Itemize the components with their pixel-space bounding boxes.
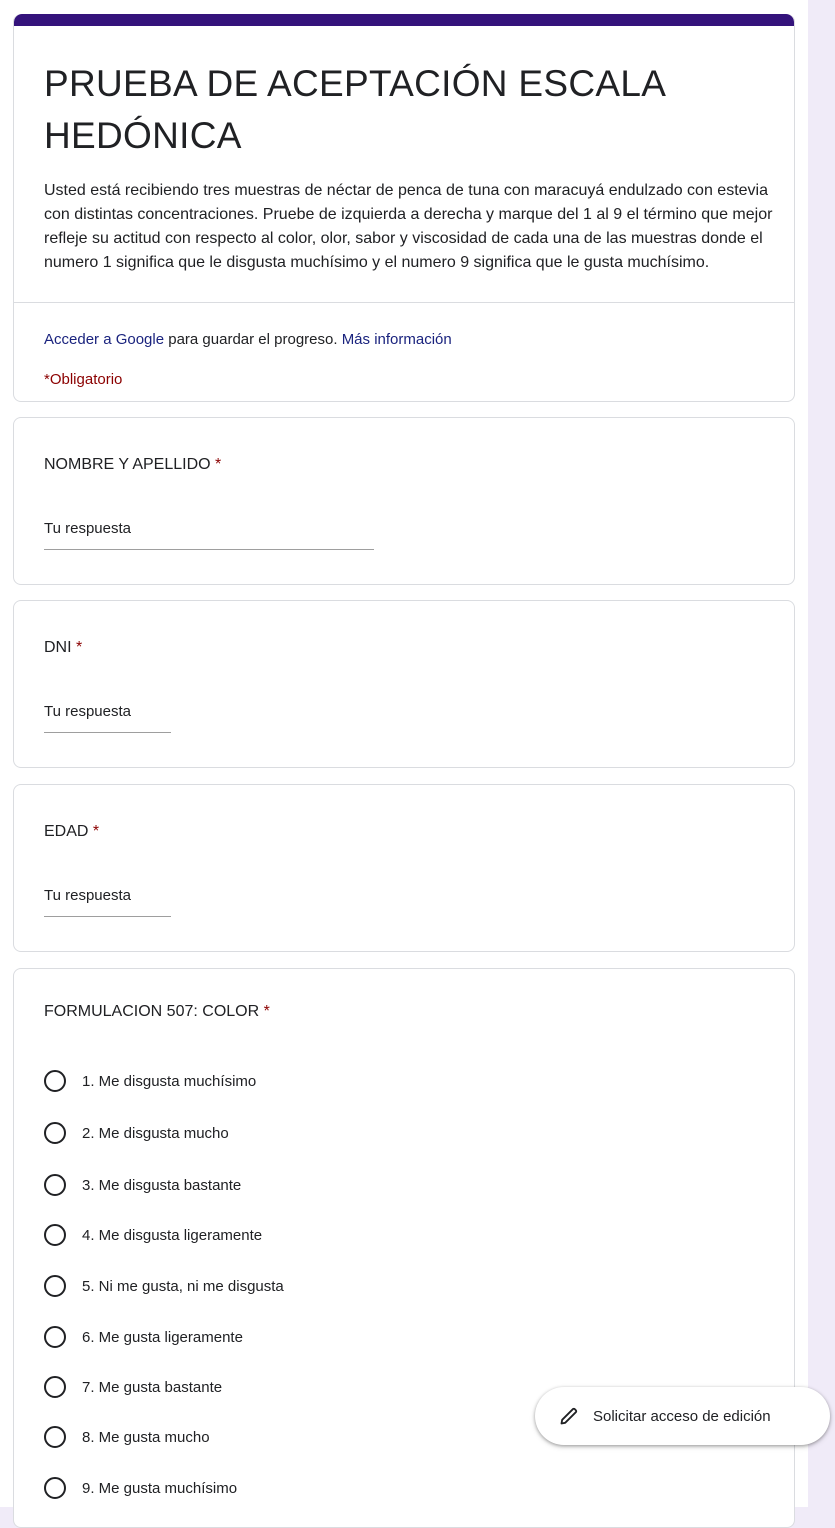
radio-option-3[interactable]: 3. Me disgusta bastante (44, 1171, 241, 1199)
more-info-link[interactable]: Más información (342, 331, 452, 348)
required-star: * (215, 456, 222, 473)
question-label-dni: DNI * (44, 639, 82, 657)
pencil-icon (560, 1407, 578, 1425)
required-star: * (92, 823, 100, 840)
age-input[interactable]: Tu respuesta (44, 887, 171, 917)
form-header-card: PRUEBA DE ACEPTACIÓN ESCALA HEDÓNICA Ust… (13, 14, 795, 402)
radio-circle[interactable] (44, 1376, 66, 1398)
radio-option-8[interactable]: 8. Me gusta mucho (44, 1423, 210, 1451)
radio-option-label: 4. Me disgusta ligeramente (82, 1226, 263, 1244)
radio-option-label: 6. Me gusta ligeramente (82, 1328, 243, 1346)
radio-circle[interactable] (44, 1275, 66, 1297)
radio-circle[interactable] (44, 1477, 66, 1499)
question-card-dni: DNI * Tu respuesta (13, 600, 795, 768)
radio-circle[interactable] (44, 1224, 66, 1246)
radio-option-4[interactable]: 4. Me disgusta ligeramente (44, 1221, 262, 1249)
radio-option-1[interactable]: 1. Me disgusta muchísimo (44, 1067, 256, 1095)
required-star: * (263, 1003, 270, 1020)
question-label-age: EDAD * (44, 823, 99, 841)
required-star: * (76, 639, 83, 656)
question-label-color-507-text: FORMULACION 507: COLOR (44, 1003, 260, 1020)
radio-option-5[interactable]: 5. Ni me gusta, ni me disgusta (44, 1272, 284, 1300)
signin-text: para guardar el progreso. (164, 331, 342, 348)
dni-input[interactable]: Tu respuesta (44, 703, 171, 733)
question-card-age: EDAD * Tu respuesta (13, 784, 795, 952)
question-card-name: NOMBRE Y APELLIDO * Tu respuesta (13, 417, 795, 585)
question-label-name: NOMBRE Y APELLIDO * (44, 456, 221, 474)
radio-circle[interactable] (44, 1174, 66, 1196)
radio-option-label: 2. Me disgusta mucho (82, 1124, 229, 1142)
radio-option-9[interactable]: 9. Me gusta muchísimo (44, 1474, 237, 1502)
signin-notice: Acceder a Google para guardar el progres… (44, 331, 452, 348)
name-input[interactable]: Tu respuesta (44, 520, 374, 550)
required-note: *Obligatorio (44, 371, 123, 388)
form-description: Usted está recibiendo tres muestras de n… (44, 182, 773, 271)
radio-circle[interactable] (44, 1326, 66, 1348)
question-label-color-507: FORMULACION 507: COLOR * (44, 1003, 270, 1021)
radio-option-label: 5. Ni me gusta, ni me disgusta (82, 1277, 284, 1295)
signin-link[interactable]: Acceder a Google (44, 331, 164, 348)
radio-option-label: 1. Me disgusta muchísimo (82, 1072, 257, 1090)
request-edit-access-button[interactable]: Solicitar acceso de edición (535, 1387, 830, 1445)
question-label-age-text: EDAD (44, 823, 89, 840)
header-accent-bar (14, 14, 794, 26)
radio-option-label: 3. Me disgusta bastante (82, 1176, 242, 1194)
radio-circle[interactable] (44, 1122, 66, 1144)
radio-option-2[interactable]: 2. Me disgusta mucho (44, 1119, 229, 1147)
radio-circle[interactable] (44, 1070, 66, 1092)
question-label-name-text: NOMBRE Y APELLIDO (44, 456, 211, 473)
request-edit-access-label: Solicitar acceso de edición (593, 1407, 771, 1425)
question-label-dni-text: DNI (44, 639, 72, 656)
form-title: PRUEBA DE ACEPTACIÓN ESCALA HEDÓNICA (44, 63, 665, 156)
radio-option-7[interactable]: 7. Me gusta bastante (44, 1373, 222, 1401)
radio-option-label: 9. Me gusta muchísimo (82, 1479, 238, 1497)
radio-circle[interactable] (44, 1426, 66, 1448)
header-divider (14, 302, 794, 303)
radio-option-6[interactable]: 6. Me gusta ligeramente (44, 1323, 243, 1351)
radio-option-label: 7. Me gusta bastante (82, 1378, 223, 1396)
radio-option-label: 8. Me gusta mucho (82, 1428, 210, 1446)
